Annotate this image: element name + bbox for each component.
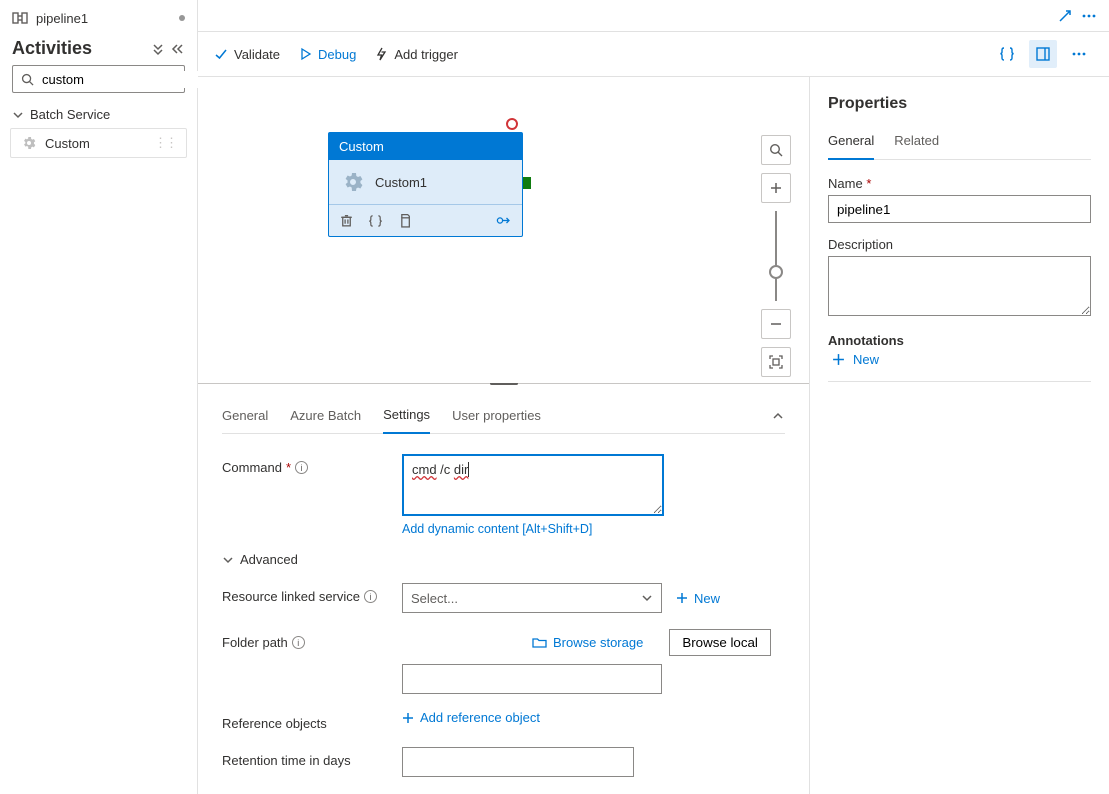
collapse-panel-icon[interactable] [771, 409, 785, 423]
annotations-label: Annotations [828, 333, 1091, 348]
pipeline-description-textarea[interactable] [828, 256, 1091, 316]
rls-new-button[interactable]: New [676, 591, 720, 606]
trigger-icon [374, 47, 388, 61]
required-asterisk: * [286, 460, 291, 475]
editor-tabbar [198, 0, 1109, 32]
category-label: Batch Service [30, 107, 110, 122]
info-icon[interactable]: i [364, 590, 377, 603]
advanced-label: Advanced [240, 552, 298, 567]
properties-tab-general[interactable]: General [828, 127, 874, 160]
annotations-new-button[interactable]: New [832, 352, 1091, 367]
browse-storage-button[interactable]: Browse storage [532, 635, 643, 650]
tab-user-properties[interactable]: User properties [452, 400, 541, 433]
pipeline-icon [12, 10, 28, 26]
link-out-icon[interactable] [496, 213, 512, 228]
add-trigger-button[interactable]: Add trigger [374, 47, 458, 62]
retention-label: Retention time in days [222, 753, 351, 768]
activity-item-custom[interactable]: Custom ⋮⋮ [10, 128, 187, 158]
pipeline-canvas[interactable]: Custom Custom1 [198, 77, 809, 383]
search-zoom-button[interactable] [761, 135, 791, 165]
category-batch-service[interactable]: Batch Service [0, 101, 197, 128]
activities-sidebar: pipeline1 Activities Batch Service Custo… [0, 0, 198, 794]
double-chevron-down-icon[interactable] [151, 42, 165, 56]
properties-tab-related[interactable]: Related [894, 127, 939, 159]
validate-label: Validate [234, 47, 280, 62]
toolbar-more-icon[interactable] [1065, 40, 1093, 68]
grip-icon: ⋮⋮ [154, 135, 176, 151]
chevron-down-icon [641, 592, 653, 604]
chevron-down-icon [12, 109, 24, 121]
info-icon[interactable]: i [295, 461, 308, 474]
code-icon[interactable] [368, 213, 383, 228]
pipeline-toolbar: Validate Debug Add trigger [198, 32, 1109, 77]
activities-search-input[interactable] [40, 71, 220, 88]
plus-icon [402, 712, 414, 724]
folder-icon [532, 636, 547, 649]
chevron-left-collapse-icon[interactable] [171, 42, 185, 56]
play-icon [298, 47, 312, 61]
success-connector-handle[interactable] [523, 177, 531, 189]
zoom-thumb[interactable] [769, 265, 783, 279]
tab-general[interactable]: General [222, 400, 268, 433]
resource-linked-service-select[interactable]: Select... [402, 583, 662, 613]
check-icon [214, 47, 228, 61]
add-dynamic-content-link[interactable]: Add dynamic content [Alt+Shift+D] [402, 522, 664, 536]
validate-button[interactable]: Validate [214, 47, 280, 62]
zoom-slider[interactable] [775, 211, 777, 301]
copy-icon[interactable] [397, 213, 412, 228]
activities-search-box[interactable] [12, 65, 185, 93]
chevron-down-icon [222, 554, 234, 566]
add-reference-object-button[interactable]: Add reference object [402, 710, 540, 725]
add-trigger-label: Add trigger [394, 47, 458, 62]
pipeline-tab-title[interactable]: pipeline1 [36, 11, 88, 26]
gear-icon [341, 170, 365, 194]
zoom-in-button[interactable] [761, 173, 791, 203]
breadcrumb: pipeline1 [0, 0, 197, 30]
activity-item-label: Custom [45, 136, 90, 151]
advanced-toggle[interactable]: Advanced [222, 552, 785, 567]
rls-label: Resource linked service [222, 589, 360, 604]
properties-panel: Properties General Related Name * Descri… [809, 77, 1109, 794]
code-braces-icon[interactable] [993, 40, 1021, 68]
folder-path-label: Folder path [222, 635, 288, 650]
properties-toggle-icon[interactable] [1029, 40, 1057, 68]
browse-local-button[interactable]: Browse local [669, 629, 771, 656]
validation-error-icon[interactable] [506, 118, 518, 130]
command-textarea[interactable]: cmd /c dir [402, 454, 664, 516]
properties-heading: Properties [828, 95, 1091, 113]
fit-screen-button[interactable] [761, 347, 791, 377]
delete-icon[interactable] [339, 213, 354, 228]
search-icon [21, 73, 34, 86]
activity-settings-panel: General Azure Batch Settings User proper… [198, 389, 809, 794]
prop-description-label: Description [828, 237, 1091, 252]
activities-header: Activities [0, 30, 197, 65]
tab-azure-batch[interactable]: Azure Batch [290, 400, 361, 433]
debug-label: Debug [318, 47, 356, 62]
retention-input[interactable] [402, 747, 634, 777]
info-icon[interactable]: i [292, 636, 305, 649]
activity-node-custom1[interactable]: Custom Custom1 [328, 132, 523, 237]
folder-path-input[interactable] [402, 664, 662, 694]
more-icon[interactable] [1077, 4, 1101, 28]
zoom-out-button[interactable] [761, 309, 791, 339]
required-asterisk: * [866, 176, 871, 191]
canvas-zoom-controls [761, 135, 791, 377]
activities-heading: Activities [12, 38, 92, 59]
gear-icon [21, 135, 37, 151]
node-type-label: Custom [329, 133, 522, 160]
reference-objects-label: Reference objects [222, 716, 327, 731]
rls-placeholder: Select... [411, 591, 458, 606]
command-label: Command [222, 460, 282, 475]
prop-name-label: Name [828, 176, 863, 191]
expand-icon[interactable] [1053, 4, 1077, 28]
debug-button[interactable]: Debug [298, 47, 356, 62]
unsaved-dot-icon [179, 15, 185, 21]
plus-icon [676, 592, 688, 604]
plus-icon [832, 353, 845, 366]
pipeline-name-input[interactable] [828, 195, 1091, 223]
node-name: Custom1 [375, 175, 427, 190]
tab-settings[interactable]: Settings [383, 399, 430, 434]
